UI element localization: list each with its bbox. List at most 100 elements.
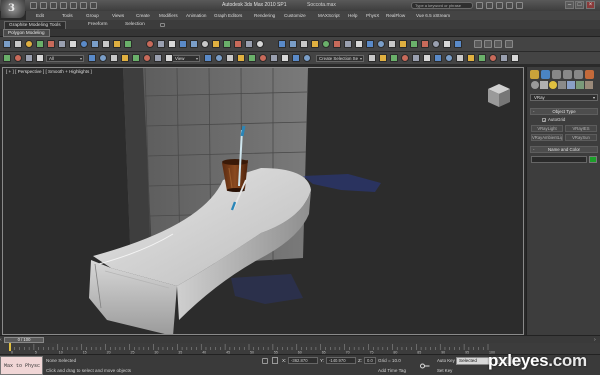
reactor-icon[interactable] <box>432 40 440 48</box>
auto-key-button[interactable]: Auto Key <box>437 358 455 363</box>
named-sets-icon[interactable] <box>248 54 256 62</box>
object-type-rollout[interactable]: - Object Type <box>530 108 598 115</box>
selection-lock-icon[interactable] <box>262 358 268 364</box>
select-link-icon[interactable] <box>25 40 33 48</box>
snaps-toggle-icon[interactable] <box>204 54 212 62</box>
vraylight-button[interactable]: VRayLight <box>531 125 563 132</box>
light-lister-icon[interactable] <box>478 54 486 62</box>
key-mode-icon[interactable] <box>505 40 513 48</box>
angle-icon[interactable] <box>215 54 223 62</box>
quick-render-icon[interactable] <box>467 54 475 62</box>
select-by-name-icon[interactable] <box>69 40 77 48</box>
create-tab-icon[interactable] <box>530 70 539 79</box>
systems-icon[interactable] <box>585 81 593 89</box>
play-forward-icon[interactable] <box>484 40 492 48</box>
shapes-icon[interactable] <box>540 81 548 89</box>
menu-item-animation[interactable]: Animation <box>186 13 206 18</box>
material-editor-icon[interactable] <box>311 40 319 48</box>
render-frame-icon[interactable] <box>456 54 464 62</box>
hierarchy-icon[interactable] <box>88 54 96 62</box>
vfb-icon[interactable] <box>410 40 418 48</box>
object-category-dropdown[interactable]: VRay <box>530 94 598 101</box>
maxscript-listener[interactable]: Max to Physc <box>0 356 43 375</box>
unlink-icon[interactable] <box>36 40 44 48</box>
tab-freeform[interactable]: Freeform <box>84 21 111 29</box>
physx-icon[interactable] <box>443 40 451 48</box>
menu-item-create[interactable]: Create <box>136 13 150 18</box>
add-time-tag-button[interactable]: Add Time Tag <box>378 368 406 373</box>
keyboard-shortcut-icon[interactable] <box>168 40 176 48</box>
schematic-icon[interactable] <box>423 54 431 62</box>
space-warps-icon[interactable] <box>576 81 584 89</box>
cameras-icon[interactable] <box>558 81 566 89</box>
curve-editor-icon[interactable] <box>412 54 420 62</box>
viewport-label[interactable]: [ + ] [ Perspective ] [ Smooth + Highlig… <box>6 69 92 74</box>
time-slider[interactable]: 0 / 100 ‹ › <box>0 335 600 343</box>
ribbon-toggle-icon[interactable] <box>160 23 165 27</box>
menu-item-realflow[interactable]: RealFlow <box>386 13 405 18</box>
graphite-icon[interactable] <box>278 40 286 48</box>
subscription-icon[interactable] <box>486 2 493 9</box>
scale-uniform-icon[interactable] <box>154 54 162 62</box>
render-setup-icon[interactable] <box>322 40 330 48</box>
select-icon[interactable] <box>58 40 66 48</box>
window-icon[interactable] <box>110 54 118 62</box>
cloth-icon[interactable] <box>421 40 429 48</box>
rendered-frame-icon[interactable] <box>333 40 341 48</box>
bind-space-warp-icon[interactable] <box>47 40 55 48</box>
lights-icon[interactable] <box>549 81 557 89</box>
motion-tab-icon[interactable] <box>563 70 572 79</box>
play-back-icon[interactable] <box>474 40 482 48</box>
help-icon[interactable] <box>516 2 523 9</box>
spinner-icon[interactable] <box>237 54 245 62</box>
align-icon[interactable] <box>245 40 253 48</box>
spinner-snap-icon[interactable] <box>212 40 220 48</box>
rotate-icon[interactable] <box>113 40 121 48</box>
percent-icon[interactable] <box>226 54 234 62</box>
perspective-viewport[interactable]: [ + ] [ Perspective ] [ Smooth + Highlig… <box>2 67 524 335</box>
new-file-icon[interactable] <box>30 2 37 9</box>
favorites-star-icon[interactable] <box>506 2 513 9</box>
rotate-icon[interactable] <box>143 54 151 62</box>
move-icon[interactable] <box>102 40 110 48</box>
y-coord-field[interactable]: -140.970 <box>326 357 356 364</box>
menu-item-vue-6-5-xstream[interactable]: Vue 6.5 xStream <box>416 13 450 18</box>
rect-region-icon[interactable] <box>99 54 107 62</box>
place-highlight-icon[interactable] <box>303 54 311 62</box>
use-pivot-icon[interactable] <box>165 54 173 62</box>
material-icon[interactable] <box>434 54 442 62</box>
vray-icon[interactable] <box>399 40 407 48</box>
undo-icon[interactable] <box>60 2 67 9</box>
utilities-tab-icon[interactable] <box>585 70 594 79</box>
render-setup-icon[interactable] <box>445 54 453 62</box>
named-selection-sets-dropdown[interactable]: Create Selection Se <box>316 55 364 62</box>
current-frame-marker[interactable] <box>9 343 11 351</box>
vray-sun-icon[interactable] <box>500 54 508 62</box>
snaps-icon[interactable] <box>179 40 187 48</box>
object-color-swatch[interactable] <box>589 156 597 163</box>
redo-icon[interactable] <box>14 40 22 48</box>
key-icon[interactable] <box>420 363 430 369</box>
x-coord-field[interactable]: -362.870 <box>288 357 318 364</box>
maxscript-text[interactable]: Max to Physc <box>4 363 40 369</box>
vray-light-icon[interactable] <box>489 54 497 62</box>
key-filter-dropdown[interactable]: Selected <box>456 357 492 365</box>
close-button[interactable]: × <box>586 1 595 9</box>
object-name-field[interactable] <box>531 156 587 163</box>
normal-align-icon[interactable] <box>292 54 300 62</box>
angle-snap-icon[interactable] <box>190 40 198 48</box>
pivot-icon[interactable] <box>146 40 154 48</box>
menu-item-customize[interactable]: Customize <box>284 13 306 18</box>
communication-center-icon[interactable] <box>496 2 503 9</box>
select-and-link-icon[interactable] <box>14 54 22 62</box>
modify-tab-icon[interactable] <box>541 70 550 79</box>
lights-icon[interactable] <box>377 40 385 48</box>
z-coord-field[interactable]: 0.0 <box>364 357 376 364</box>
bind-icon[interactable] <box>36 54 44 62</box>
autogrid-checkbox[interactable]: ✓ AutoGrid <box>542 117 565 122</box>
checkbox-icon[interactable]: ✓ <box>542 117 546 122</box>
menu-item-help[interactable]: Help <box>348 13 357 18</box>
scale-icon[interactable] <box>124 40 132 48</box>
select-object-icon[interactable] <box>3 54 11 62</box>
search-input[interactable]: Type a keyword or phrase <box>411 2 473 9</box>
